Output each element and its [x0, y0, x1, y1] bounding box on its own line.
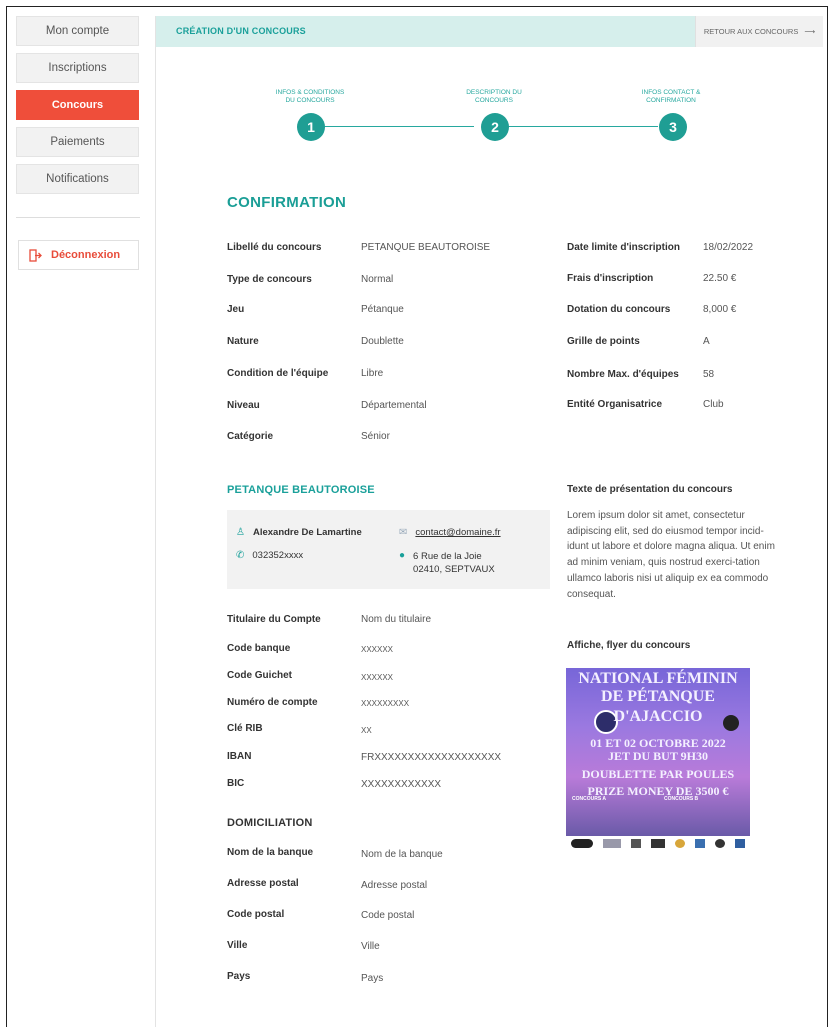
field-value: XX — [361, 726, 372, 735]
mail-icon: ✉ — [399, 527, 408, 538]
field-label: Frais d'inscription — [567, 273, 654, 284]
field-value: Ville — [361, 941, 380, 952]
field-label: Condition de l'équipe — [227, 368, 329, 379]
field-value: Pays — [361, 973, 384, 984]
field-value: 22.50 € — [703, 273, 737, 284]
club-heading: PETANQUE BEAUTOROISE — [227, 484, 375, 496]
field-value: Départemental — [361, 400, 427, 411]
field-value: Nom du titulaire — [361, 614, 432, 625]
domiciliation-heading: DOMICILIATION — [227, 817, 313, 829]
page-header: CRÉATION D'UN CONCOURS RETOUR AUX CONCOU… — [156, 16, 823, 47]
location-pin-icon: ● — [399, 550, 406, 561]
field-label: Date limite d'inscription — [567, 242, 680, 253]
sidebar: Mon compte Inscriptions Concours Paiemen… — [16, 16, 140, 201]
field-value: Normal — [361, 274, 394, 285]
contest-poster-image[interactable]: NATIONAL FÉMININ DE PÉTANQUE D'AJACCIO 0… — [566, 668, 750, 836]
field-value: XXXXXX — [361, 645, 394, 654]
field-label: Nature — [227, 336, 259, 347]
field-value: XXXXXXXXXXXX — [361, 779, 442, 790]
poster-heading: Affiche, flyer du concours — [567, 640, 691, 651]
field-label: Niveau — [227, 400, 260, 411]
logout-label: Déconnexion — [51, 249, 121, 261]
field-label: BIC — [227, 778, 245, 789]
field-label: Code banque — [227, 643, 291, 654]
sidebar-item-concours[interactable]: Concours — [16, 90, 139, 120]
field-value: Club — [703, 399, 724, 410]
field-value: XXXXXX — [361, 673, 394, 682]
step-1-circle[interactable]: 1 — [297, 113, 325, 141]
sidebar-item-notifications[interactable]: Notifications — [16, 164, 139, 194]
field-label: Grille de points — [567, 336, 640, 347]
poster-prize-grid: CONCOURS A CONCOURS B — [572, 796, 744, 836]
sidebar-item-inscriptions[interactable]: Inscriptions — [16, 53, 139, 83]
user-icon: ♙ — [236, 527, 245, 538]
step-3-circle[interactable]: 3 — [659, 113, 687, 141]
step-connector — [508, 126, 658, 127]
field-value: 58 — [703, 369, 715, 380]
poster-line: DOUBLETTE PAR POULES — [581, 767, 735, 781]
step-2-circle[interactable]: 2 — [481, 113, 509, 141]
field-value: XXXXXXXXX — [361, 699, 410, 708]
poster-col-title: CONCOURS A — [572, 796, 606, 802]
contact-card: ♙ Alexandre De Lamartine ✉ contact@domai… — [227, 510, 550, 589]
logout-icon — [29, 248, 42, 262]
field-label: Code Guichet — [227, 670, 293, 681]
field-label: Entité Organisatrice — [567, 399, 663, 410]
field-label: Type de concours — [227, 274, 312, 285]
step-2-label: DESCRIPTION DU CONCOURS — [466, 89, 522, 104]
field-value: Libre — [361, 368, 384, 379]
field-value: Doublette — [361, 336, 404, 347]
field-label: Titulaire du Compte — [227, 614, 321, 625]
field-value: Sénior — [361, 431, 390, 442]
field-label: Adresse postal — [227, 878, 299, 889]
field-value: Adresse postal — [361, 880, 428, 891]
step-3-label: INFOS CONTACT & CONFIRMATION — [641, 89, 701, 104]
sidebar-divider — [16, 217, 140, 218]
poster-line: JET DU BUT 9H30 — [608, 749, 708, 763]
phone-icon: ✆ — [236, 550, 245, 561]
presentation-text: Lorem ipsum dolor sit amet, consectetur … — [567, 510, 775, 600]
back-to-contests-button[interactable]: RETOUR AUX CONCOURS ⟶ — [695, 16, 823, 47]
field-label: Ville — [227, 940, 248, 951]
field-label: Clé RIB — [227, 723, 263, 734]
field-label: Catégorie — [227, 431, 274, 442]
contact-phone: ✆ 032352xxxx — [236, 550, 304, 561]
email-link[interactable]: contact@domaine.fr — [415, 527, 500, 538]
field-label: Code postal — [227, 909, 285, 920]
contact-email: ✉ contact@domaine.fr — [399, 527, 501, 539]
field-value: 8,000 € — [703, 304, 737, 315]
field-label: Pays — [227, 971, 251, 982]
confirmation-heading: CONFIRMATION — [227, 194, 347, 211]
field-value: FRXXXXXXXXXXXXXXXXXXX — [361, 752, 502, 763]
field-value: A — [703, 336, 710, 347]
field-label: IBAN — [227, 751, 252, 762]
field-label: Libellé du concours — [227, 242, 322, 253]
field-value: Pétanque — [361, 304, 404, 315]
poster-line: DE PÉTANQUE — [601, 688, 715, 705]
poster-col-title: CONCOURS B — [664, 796, 699, 802]
poster-sponsor-logos — [566, 836, 750, 850]
sidebar-item-paiements[interactable]: Paiements — [16, 127, 139, 157]
field-label: Nom de la banque — [227, 847, 314, 858]
sidebar-item-mon-compte[interactable]: Mon compte — [16, 16, 139, 46]
contact-name: ♙ Alexandre De Lamartine — [236, 527, 362, 538]
step-connector — [324, 126, 474, 127]
logout-button[interactable]: Déconnexion — [18, 240, 139, 270]
contact-address: ● 6 Rue de la Joie 02410, SEPTVAUX — [399, 550, 495, 575]
field-value: 18/02/2022 — [703, 242, 754, 253]
field-label: Jeu — [227, 304, 245, 315]
page-title: CRÉATION D'UN CONCOURS — [176, 26, 306, 36]
poster-line: NATIONAL FÉMININ — [578, 670, 738, 687]
presentation-heading: Texte de présentation du concours — [567, 484, 733, 495]
back-label: RETOUR AUX CONCOURS — [703, 27, 799, 36]
field-value: PETANQUE BEAUTOROISE — [361, 242, 491, 253]
field-value: Code postal — [361, 910, 415, 921]
field-label: Dotation du concours — [567, 304, 671, 315]
step-1-label: INFOS & CONDITIONS DU CONCOURS — [275, 89, 345, 104]
field-label: Numéro de compte — [227, 697, 318, 708]
field-label: Nombre Max. d'équipes — [567, 369, 679, 380]
field-value: Nom de la banque — [361, 849, 443, 860]
poster-ball-icon — [723, 715, 739, 731]
arrow-right-icon: ⟶ — [804, 27, 816, 36]
